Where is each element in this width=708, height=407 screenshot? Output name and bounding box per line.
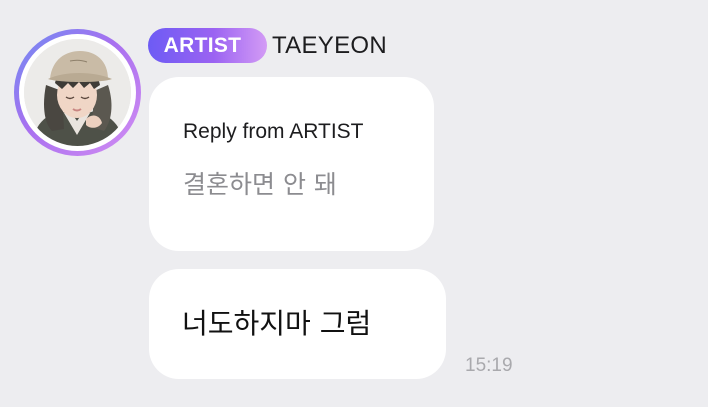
message-timestamp: 15:19	[465, 355, 513, 376]
reply-header: Reply from ARTIST	[183, 120, 364, 143]
avatar[interactable]	[14, 29, 141, 156]
reply-bubble[interactable]: Reply from ARTIST 결혼하면 안 돼	[149, 77, 434, 251]
message-bubble[interactable]: 너도하지마 그럼	[149, 269, 446, 379]
sender-name: TAEYEON	[272, 32, 388, 59]
quoted-message: 결혼하면 안 돼	[183, 170, 337, 199]
artist-badge: ARTIST	[148, 28, 267, 63]
avatar-border	[19, 34, 136, 151]
avatar-photo	[24, 39, 131, 146]
message-text: 너도하지마 그럼	[182, 307, 372, 340]
